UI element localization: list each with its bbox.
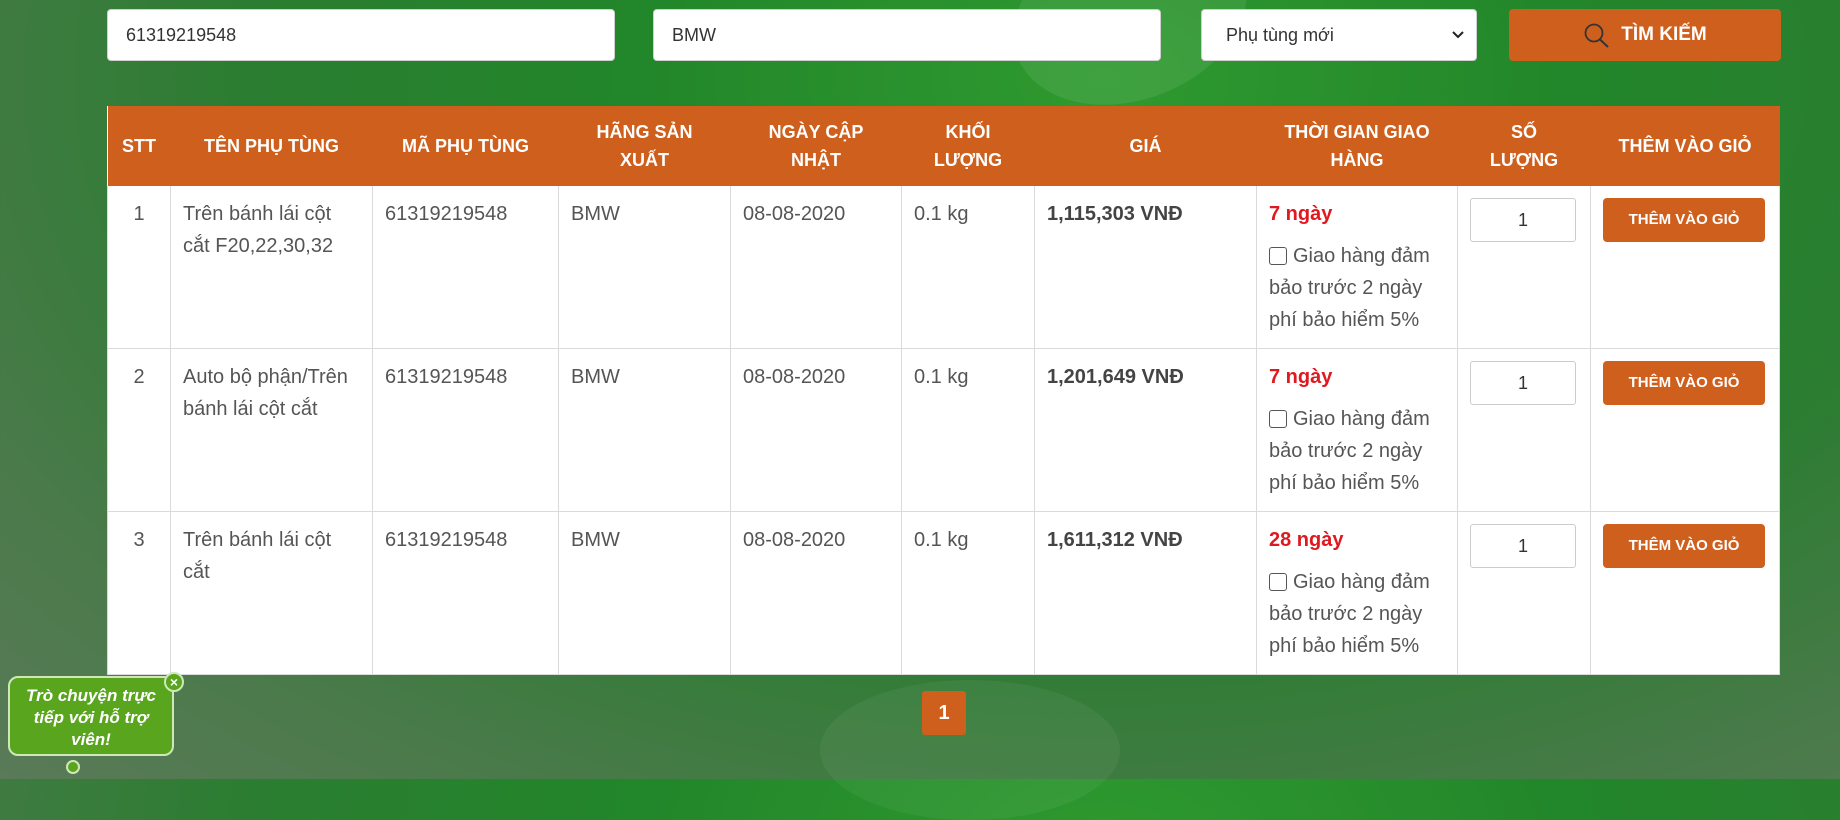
cell-brand: BMW	[558, 348, 731, 512]
cell-qty: 1	[1457, 511, 1591, 675]
background-shape	[820, 680, 1120, 820]
condition-select-value: Phụ tùng mới	[1226, 24, 1334, 45]
table-row: 2 Auto bộ phận/Trên bánh lái cột cắt 613…	[107, 348, 1780, 512]
insurance-option: Giao hàng đảm bảo trước 2 ngày phí bảo h…	[1269, 566, 1445, 662]
cell-add: THÊM VÀO GIỎ	[1590, 348, 1780, 512]
header-updated: NGÀY CẬP NHẬT	[730, 106, 902, 186]
brand-input[interactable]	[653, 9, 1161, 61]
cell-updated: 08-08-2020	[730, 511, 902, 675]
insurance-label: Giao hàng đảm bảo trước 2 ngày phí bảo h…	[1269, 245, 1430, 331]
condition-select[interactable]: Phụ tùng mới	[1201, 9, 1477, 61]
live-chat-bubble[interactable]: Trò chuyện trực tiếp với hỗ trợ viên!	[8, 676, 174, 756]
live-chat-text: Trò chuyện trực tiếp với hỗ trợ viên!	[26, 686, 156, 749]
chevron-down-icon	[1452, 31, 1464, 39]
cell-price: 1,115,303 VNĐ	[1034, 186, 1257, 349]
insurance-option: Giao hàng đảm bảo trước 2 ngày phí bảo h…	[1269, 240, 1445, 336]
cell-brand: BMW	[558, 511, 731, 675]
cell-name: Auto bộ phận/Trên bánh lái cột cắt	[170, 348, 373, 512]
search-icon	[1584, 23, 1609, 48]
parts-table: STT TÊN PHỤ TÙNG MÃ PHỤ TÙNG HÃNG SẢN XU…	[107, 106, 1780, 675]
header-price: GIÁ	[1034, 106, 1257, 186]
header-name: TÊN PHỤ TÙNG	[170, 106, 373, 186]
header-brand: HÃNG SẢN XUẤT	[558, 106, 731, 186]
search-button-label: TÌM KIẾM	[1621, 24, 1707, 45]
add-to-cart-button[interactable]: THÊM VÀO GIỎ	[1603, 198, 1765, 242]
cell-code: 61319219548	[372, 348, 559, 512]
cell-updated: 08-08-2020	[730, 186, 902, 349]
quantity-input[interactable]: 1	[1470, 524, 1576, 568]
search-button[interactable]: TÌM KIẾM	[1509, 9, 1781, 61]
cell-code: 61319219548	[372, 186, 559, 349]
pagination-page-1[interactable]: 1	[922, 691, 966, 735]
chat-bubble-tail	[66, 760, 80, 774]
cell-brand: BMW	[558, 186, 731, 349]
header-code: MÃ PHỤ TÙNG	[372, 106, 559, 186]
cell-weight: 0.1 kg	[901, 186, 1035, 349]
table-row: 3 Trên bánh lái cột cắt 61319219548 BMW …	[107, 511, 1780, 675]
insurance-label: Giao hàng đảm bảo trước 2 ngày phí bảo h…	[1269, 408, 1430, 494]
add-to-cart-button[interactable]: THÊM VÀO GIỎ	[1603, 361, 1765, 405]
cell-stt: 1	[107, 186, 171, 349]
cell-stt: 2	[107, 348, 171, 512]
cell-name: Trên bánh lái cột cắt F20,22,30,32	[170, 186, 373, 349]
header-qty: SỐ LƯỢNG	[1457, 106, 1591, 186]
cell-qty: 1	[1457, 348, 1591, 512]
header-delivery: THỜI GIAN GIAO HÀNG	[1256, 106, 1458, 186]
cell-price: 1,201,649 VNĐ	[1034, 348, 1257, 512]
cell-weight: 0.1 kg	[901, 511, 1035, 675]
insurance-checkbox[interactable]	[1269, 410, 1287, 428]
header-add: THÊM VÀO GIỎ	[1590, 106, 1780, 186]
cell-delivery: 7 ngày Giao hàng đảm bảo trước 2 ngày ph…	[1256, 186, 1458, 349]
delivery-days: 28 ngày	[1269, 529, 1344, 551]
cell-weight: 0.1 kg	[901, 348, 1035, 512]
cell-updated: 08-08-2020	[730, 348, 902, 512]
delivery-days: 7 ngày	[1269, 366, 1333, 388]
cell-qty: 1	[1457, 186, 1591, 349]
delivery-days: 7 ngày	[1269, 203, 1333, 225]
cell-delivery: 7 ngày Giao hàng đảm bảo trước 2 ngày ph…	[1256, 348, 1458, 512]
header-stt: STT	[107, 106, 171, 186]
insurance-label: Giao hàng đảm bảo trước 2 ngày phí bảo h…	[1269, 571, 1430, 657]
cell-add: THÊM VÀO GIỎ	[1590, 511, 1780, 675]
quantity-input[interactable]: 1	[1470, 198, 1576, 242]
close-icon[interactable]: ×	[164, 672, 184, 692]
cell-add: THÊM VÀO GIỎ	[1590, 186, 1780, 349]
insurance-checkbox[interactable]	[1269, 247, 1287, 265]
table-row: 1 Trên bánh lái cột cắt F20,22,30,32 613…	[107, 186, 1780, 349]
part-code-input[interactable]	[107, 9, 615, 61]
cell-delivery: 28 ngày Giao hàng đảm bảo trước 2 ngày p…	[1256, 511, 1458, 675]
insurance-checkbox[interactable]	[1269, 573, 1287, 591]
quantity-input[interactable]: 1	[1470, 361, 1576, 405]
header-weight: KHỐI LƯỢNG	[901, 106, 1035, 186]
cell-name: Trên bánh lái cột cắt	[170, 511, 373, 675]
cell-price: 1,611,312 VNĐ	[1034, 511, 1257, 675]
cell-stt: 3	[107, 511, 171, 675]
table-header-row: STT TÊN PHỤ TÙNG MÃ PHỤ TÙNG HÃNG SẢN XU…	[107, 106, 1780, 186]
insurance-option: Giao hàng đảm bảo trước 2 ngày phí bảo h…	[1269, 403, 1445, 499]
cell-code: 61319219548	[372, 511, 559, 675]
add-to-cart-button[interactable]: THÊM VÀO GIỎ	[1603, 524, 1765, 568]
